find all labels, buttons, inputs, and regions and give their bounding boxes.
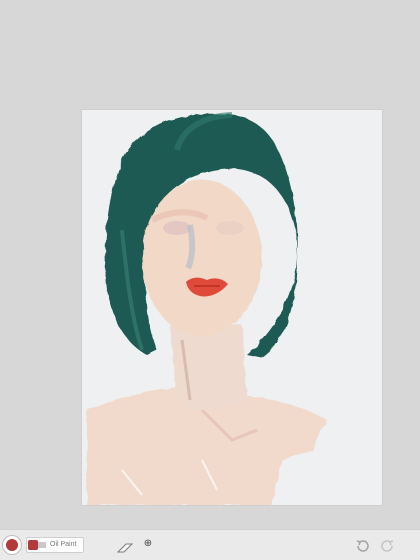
tool-label: Oil Paint [50,541,77,548]
bottom-toolbar: Oil Paint ⊕ [0,529,420,560]
redo-icon [381,540,394,552]
undo-button[interactable] [356,538,370,552]
workspace[interactable] [0,0,420,530]
undo-icon [356,540,369,552]
color-picker-button[interactable] [3,536,21,554]
painting-artwork [87,112,327,505]
eraser-button[interactable] [116,540,134,553]
oil-paint-tool-button[interactable]: Oil Paint [26,537,84,553]
current-color-icon [6,539,18,551]
eraser-icon [116,543,134,553]
paint-tube-neck [38,542,46,548]
paint-tube-cap [28,540,38,550]
redo-button[interactable] [380,538,394,552]
tool-settings-button[interactable]: ⊕ [143,539,153,549]
painting-canvas[interactable] [82,110,382,505]
